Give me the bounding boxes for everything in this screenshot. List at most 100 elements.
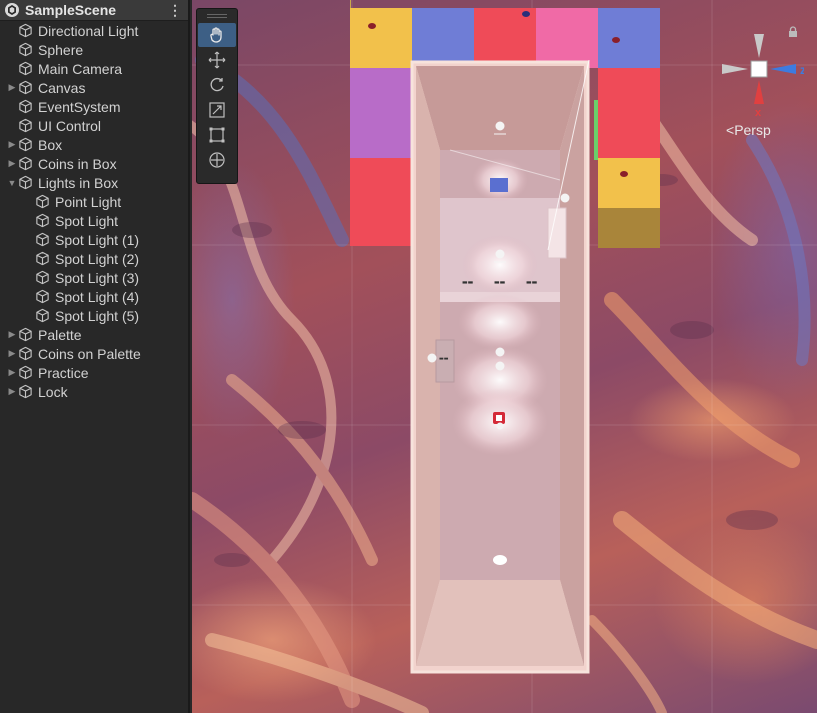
gameobject-cube-icon — [36, 213, 49, 228]
coin — [612, 37, 620, 43]
hierarchy-item[interactable]: Spot Light (3) — [0, 268, 188, 287]
hand-icon — [210, 27, 222, 43]
gizmo-center-cube — [750, 60, 768, 78]
x-axis-cone — [754, 80, 764, 104]
hierarchy-item-label: Spot Light (2) — [55, 250, 140, 267]
palette-tile — [350, 68, 412, 158]
gameobject-cube-icon — [19, 23, 32, 38]
palette-tile — [598, 68, 660, 158]
gameobject-cube-icon — [36, 232, 49, 247]
z-axis-cone — [770, 64, 796, 74]
palette-tile — [412, 8, 474, 68]
projection-label: Persp — [734, 122, 771, 138]
palette-tile — [598, 158, 660, 208]
expand-arrow-icon[interactable]: ▶ — [6, 367, 18, 378]
hierarchy-item-label: Spot Light (1) — [55, 231, 140, 248]
expand-arrow-icon[interactable]: ▶ — [6, 158, 18, 169]
hierarchy-item-label: Lock — [38, 383, 68, 400]
hierarchy-item[interactable]: Spot Light (5) — [0, 306, 188, 325]
hierarchy-item-label: Palette — [38, 326, 82, 343]
palette-tile — [598, 208, 660, 248]
coin-in-box — [490, 178, 508, 192]
hierarchy-item-label: Directional Light — [38, 22, 139, 39]
hierarchy-item-label: Box — [38, 136, 63, 153]
svg-text:▬▬: ▬▬ — [462, 279, 474, 286]
hierarchy-item[interactable]: Sphere — [0, 40, 188, 59]
expand-arrow-icon[interactable]: ▶ — [6, 386, 18, 397]
hierarchy-item[interactable]: Spot Light (1) — [0, 230, 188, 249]
move-icon — [208, 51, 226, 69]
hierarchy-item[interactable]: ▶ Coins in Box — [0, 154, 188, 173]
hand-tool-button[interactable] — [198, 23, 236, 47]
scene-tool-strip — [196, 8, 238, 184]
rect-transform-icon — [209, 127, 225, 143]
hierarchy-item-label: Coins in Box — [38, 155, 117, 172]
expand-arrow-icon[interactable]: ▶ — [6, 348, 18, 359]
gameobject-cube-icon — [36, 308, 49, 323]
hierarchy-item-label: Point Light — [55, 193, 122, 210]
hierarchy-item-label: Lights in Box — [38, 174, 119, 191]
scene-menu-icon[interactable]: ⋮ — [168, 2, 182, 19]
hierarchy-item[interactable]: UI Control — [0, 116, 188, 135]
coin — [368, 23, 376, 29]
box-object[interactable]: ▬▬ ▬▬ ▬▬ ▬▬ — [410, 60, 600, 676]
hierarchy-item[interactable]: ▶ Palette — [0, 325, 188, 344]
hierarchy-item[interactable]: ▶ Coins on Palette — [0, 344, 188, 363]
hierarchy-item[interactable]: ▼ Lights in Box — [0, 173, 188, 192]
orientation-gizmo[interactable]: z x — [714, 28, 804, 118]
expand-arrow-icon[interactable]: ▶ — [6, 139, 18, 150]
hierarchy-item[interactable]: Point Light — [0, 192, 188, 211]
x-axis-label: x — [755, 107, 762, 118]
hierarchy-tree: Directional Light Sphere Main Camera ▶ Canva… — [0, 21, 188, 401]
hierarchy-item[interactable]: ▶ Lock — [0, 382, 188, 401]
palette-tile — [350, 158, 412, 246]
lock-icon[interactable] — [788, 26, 798, 38]
rotate-icon — [210, 77, 224, 92]
gameobject-cube-icon — [19, 137, 32, 152]
gameobject-cube-icon — [19, 175, 32, 190]
expand-arrow-icon[interactable]: ▶ — [6, 329, 18, 340]
gameobject-cube-icon — [19, 118, 32, 133]
rect-tool-button[interactable] — [198, 123, 236, 147]
hierarchy-item-label: UI Control — [38, 117, 102, 134]
svg-text:▬▬: ▬▬ — [526, 279, 538, 286]
hierarchy-item[interactable]: ▶ Box — [0, 135, 188, 154]
hierarchy-item[interactable]: Main Camera — [0, 59, 188, 78]
rotate-tool-button[interactable] — [198, 73, 236, 97]
unity-scene-icon — [5, 3, 19, 17]
gameobject-cube-icon — [19, 327, 32, 342]
neg-x-axis-cone — [722, 64, 748, 74]
projection-toggle[interactable]: <Persp — [726, 122, 771, 138]
gameobject-cube-icon — [19, 99, 32, 114]
perspective-arrow-icon: < — [726, 122, 735, 138]
hierarchy-item[interactable]: Spot Light — [0, 211, 188, 230]
coin — [522, 11, 530, 17]
gameobject-cube-icon — [19, 156, 32, 171]
hierarchy-item[interactable]: ▶ Canvas — [0, 78, 188, 97]
z-axis-label: z — [800, 63, 804, 77]
hierarchy-item-label: Practice — [38, 364, 89, 381]
hierarchy-item[interactable]: Spot Light (4) — [0, 287, 188, 306]
scene-header[interactable]: SampleScene ⋮ — [0, 0, 188, 21]
hierarchy-item[interactable]: EventSystem — [0, 97, 188, 116]
hierarchy-item-label: Spot Light (4) — [55, 288, 140, 305]
gameobject-cube-icon — [19, 61, 32, 76]
hierarchy-item[interactable]: ▶ Practice — [0, 363, 188, 382]
transform-tool-button[interactable] — [198, 148, 236, 172]
gameobject-cube-icon — [19, 384, 32, 399]
scene-view[interactable]: ▬▬ ▬▬ ▬▬ ▬▬ z x <Persp — [192, 0, 817, 713]
gameobject-cube-icon — [19, 346, 32, 361]
svg-text:▬▬: ▬▬ — [439, 356, 449, 362]
drag-grip[interactable] — [197, 9, 237, 23]
hierarchy-item[interactable]: Directional Light — [0, 21, 188, 40]
gameobject-cube-icon — [36, 251, 49, 266]
move-tool-button[interactable] — [198, 48, 236, 72]
coin — [620, 171, 628, 177]
hierarchy-item-label: EventSystem — [38, 98, 121, 115]
gameobject-cube-icon — [36, 270, 49, 285]
scale-icon — [209, 102, 225, 118]
hierarchy-item[interactable]: Spot Light (2) — [0, 249, 188, 268]
collapse-arrow-icon[interactable]: ▼ — [6, 178, 18, 188]
scale-tool-button[interactable] — [198, 98, 236, 122]
expand-arrow-icon[interactable]: ▶ — [6, 82, 18, 93]
